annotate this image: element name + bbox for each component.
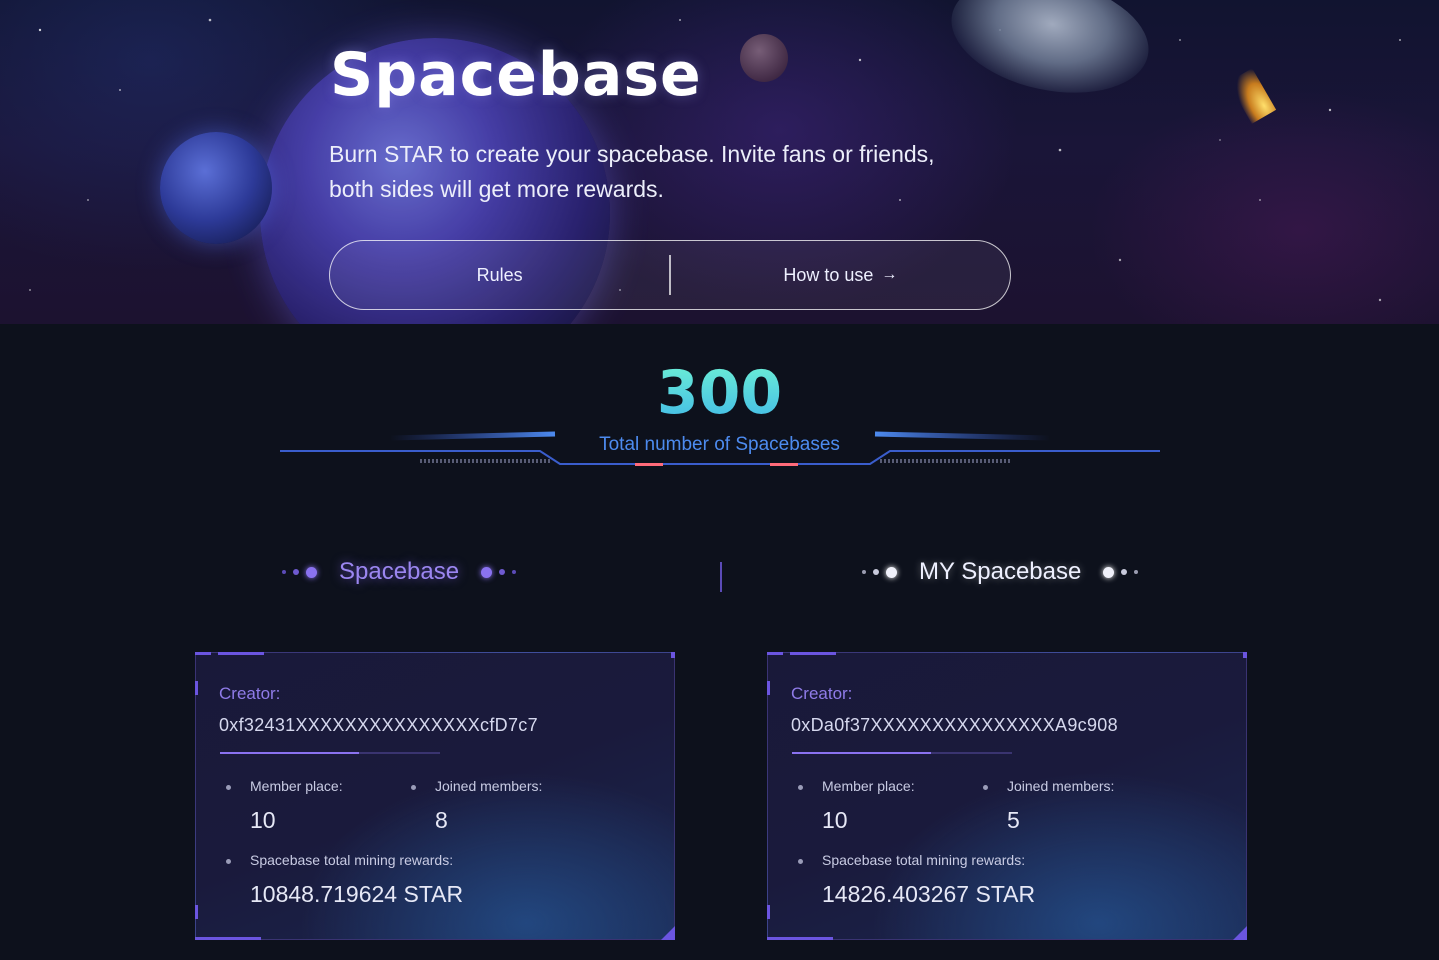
dots-decoration	[282, 566, 317, 578]
card-corner	[790, 652, 836, 655]
card-corner	[767, 681, 770, 695]
tab-spacebase-label: Spacebase	[339, 558, 460, 585]
card-corner	[767, 905, 770, 919]
spacebase-card[interactable]: Creator: 0xf32431XXXXXXXXXXXXXXXcfD7c7 M…	[195, 652, 675, 940]
member-place-label: Member place:	[798, 778, 915, 794]
card-corner	[218, 652, 264, 655]
member-place-label: Member place:	[226, 778, 343, 794]
hero-banner: Spacebase Burn STAR to create your space…	[0, 0, 1439, 324]
card-corner	[767, 937, 833, 940]
member-place-value: 10	[822, 807, 848, 833]
arrow-right-icon: →	[881, 266, 898, 283]
card-corner	[195, 937, 261, 940]
creator-label: Creator:	[791, 684, 853, 703]
hero-description: Burn STAR to create your spacebase. Invi…	[329, 137, 1049, 207]
mining-rewards-label: Spacebase total mining rewards:	[225, 852, 454, 868]
card-corner	[195, 681, 198, 695]
card-progress-bar	[220, 752, 440, 754]
card-corner	[661, 926, 675, 940]
card-corner	[195, 652, 211, 655]
dots-decoration	[862, 566, 897, 578]
joined-members-label: Joined members:	[410, 778, 543, 794]
card-corner	[767, 652, 783, 655]
tab-my-spacebase-label: MY Spacebase	[919, 558, 1082, 585]
joined-members-label: Joined members:	[982, 778, 1115, 794]
spacebase-card[interactable]: Creator: 0xDa0f37XXXXXXXXXXXXXXXA9c908 M…	[767, 652, 1247, 940]
hero-description-line: both sides will get more rewards.	[329, 176, 664, 202]
dots-decoration	[1103, 566, 1139, 578]
planet-tiny	[740, 34, 788, 82]
creator-label: Creator:	[219, 684, 281, 703]
card-corner	[1233, 926, 1247, 940]
hero-description-line: Burn STAR to create your spacebase. Invi…	[329, 141, 935, 167]
card-progress-bar	[792, 752, 1012, 754]
mining-rewards-value: 14826.403267 STAR	[822, 881, 1036, 907]
card-corner	[1243, 652, 1247, 658]
mining-rewards-value: 10848.719624 STAR	[250, 881, 464, 907]
progress-fill	[220, 752, 359, 754]
creator-address: 0xDa0f37XXXXXXXXXXXXXXXA9c908	[791, 715, 1118, 735]
tab-divider	[720, 562, 722, 592]
member-place-value: 10	[250, 807, 276, 833]
creator-address: 0xf32431XXXXXXXXXXXXXXXcfD7c7	[219, 715, 538, 735]
tab-spacebase[interactable]: Spacebase	[282, 558, 517, 586]
dots-decoration	[481, 566, 517, 578]
page-title: Spacebase	[330, 40, 702, 110]
total-spacebases-value: 300	[0, 358, 1439, 428]
rules-button-label: Rules	[476, 264, 523, 285]
card-corner	[671, 652, 675, 658]
how-to-use-button[interactable]: How to use →	[671, 241, 1010, 309]
how-to-use-label: How to use	[783, 264, 874, 285]
total-spacebases-label: Total number of Spacebases	[599, 434, 840, 455]
card-corner	[195, 905, 198, 919]
joined-members-value: 8	[435, 807, 448, 833]
joined-members-value: 5	[1007, 807, 1020, 833]
progress-fill	[792, 752, 931, 754]
tab-my-spacebase[interactable]: MY Spacebase	[862, 558, 1139, 586]
mining-rewards-label: Spacebase total mining rewards:	[797, 852, 1026, 868]
rules-button[interactable]: Rules	[330, 241, 669, 309]
planet-small	[160, 132, 272, 244]
hero-button-group: Rules How to use →	[329, 240, 1011, 310]
